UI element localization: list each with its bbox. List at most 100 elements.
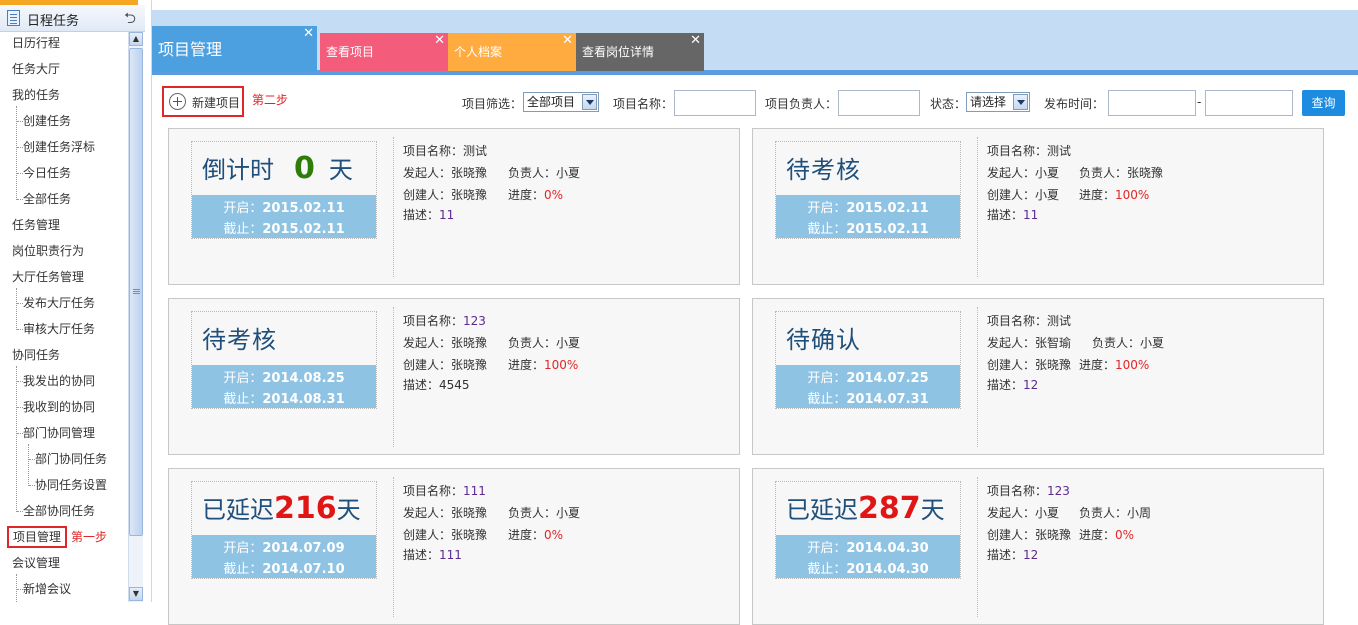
owner: 小夏 (556, 506, 581, 520)
sidebar-item-collab-sent[interactable]: 我发出的协同 (23, 370, 95, 392)
sidebar-item-dept-collab-tasks[interactable]: 部门协同任务 (35, 448, 107, 470)
creator: 张晓豫 (1035, 358, 1072, 372)
publish-time-start-input[interactable] (1108, 90, 1196, 116)
progress-label: 进度： (508, 528, 545, 542)
sidebar-item-job-duties[interactable]: 岗位职责行为 (12, 240, 84, 262)
project-name: 123 (463, 314, 486, 328)
sidebar-item-task-management[interactable]: 任务管理 (12, 214, 60, 236)
tab-view-project[interactable]: 查看项目 ✕ (320, 33, 448, 71)
scroll-down-icon[interactable]: ▼ (129, 587, 143, 601)
sidebar-item-dept-collab-mgmt[interactable]: 部门协同管理 (23, 422, 95, 444)
tab-project-management[interactable]: 项目管理 ✕ (152, 26, 317, 72)
publish-time-end-input[interactable] (1205, 90, 1293, 116)
start-date: 2014.07.25 (846, 371, 929, 386)
sidebar-item-create-task[interactable]: 创建任务 (23, 110, 71, 132)
initiator-label: 发起人： (987, 166, 1036, 180)
back-arrow-icon[interactable]: ⮌ (124, 8, 136, 33)
sidebar-item-my-tasks[interactable]: 我的任务 (12, 84, 60, 106)
project-filter-select[interactable]: 全部项目 (523, 92, 599, 112)
project-status-badge: 待确认 开启：2014.07.25 截止：2014.07.31 (775, 311, 961, 409)
sidebar-item-publish-hall-task[interactable]: 发布大厅任务 (23, 292, 95, 314)
name-label: 项目名称： (403, 314, 464, 328)
status-select[interactable]: 请选择 (966, 92, 1030, 112)
scroll-up-icon[interactable]: ▲ (129, 32, 143, 46)
sidebar-item-new-meeting[interactable]: 新增会议 (23, 578, 71, 600)
status-text: 待确认 (786, 326, 861, 354)
project-card[interactable]: 待确认 开启：2014.07.25 截止：2014.07.31 项目名称：测试 … (752, 298, 1324, 455)
sidebar-item-all-collab-tasks[interactable]: 全部协同任务 (23, 500, 95, 522)
end-date: 2015.02.11 (262, 222, 345, 237)
query-button[interactable]: 查询 (1302, 90, 1345, 116)
project-name-input[interactable] (674, 90, 756, 116)
initiator-label: 发起人： (403, 506, 452, 520)
initiator: 小夏 (1035, 506, 1060, 520)
tab-personal-profile[interactable]: 个人档案 ✕ (448, 33, 576, 71)
scrollbar-thumb[interactable] (129, 48, 143, 536)
start-date: 2015.02.11 (846, 201, 929, 216)
close-icon[interactable]: ✕ (690, 33, 701, 48)
end-label: 截止： (807, 222, 847, 237)
close-icon[interactable]: ✕ (303, 26, 314, 41)
end-label: 截止： (223, 392, 263, 407)
project-name: 111 (463, 484, 486, 498)
sidebar-title: 日程任务 (27, 14, 80, 29)
creator-label: 创建人： (403, 358, 452, 372)
end-date: 2015.02.11 (846, 222, 929, 237)
status-text: 倒计时 (202, 156, 274, 184)
tab-label: 项目管理 (158, 40, 223, 59)
project-card[interactable]: 待考核 开启：2015.02.11 截止：2015.02.11 项目名称：测试 … (752, 128, 1324, 285)
progress-label: 进度： (1079, 188, 1116, 202)
project-card[interactable]: 已延迟216天 开启：2014.07.09 截止：2014.07.10 项目名称… (168, 468, 740, 625)
close-icon[interactable]: ✕ (562, 33, 573, 48)
start-label: 开启： (807, 371, 847, 386)
sidebar-item-review-hall-task[interactable]: 审核大厅任务 (23, 318, 95, 340)
progress-label: 进度： (508, 358, 545, 372)
sidebar-item-collab-settings[interactable]: 协同任务设置 (35, 474, 107, 496)
project-status-badge: 待考核 开启：2014.08.25 截止：2014.08.31 (191, 311, 377, 409)
description: 4545 (439, 378, 470, 392)
close-icon[interactable]: ✕ (434, 33, 445, 48)
project-name: 123 (1047, 484, 1070, 498)
new-project-button[interactable]: 新建项目 (162, 86, 244, 117)
start-date: 2014.04.30 (846, 541, 929, 556)
progress-value: 100% (544, 358, 579, 372)
sidebar-item-create-task-float[interactable]: 创建任务浮标 (23, 136, 95, 158)
start-label: 开启： (223, 371, 263, 386)
progress-label: 进度： (1079, 358, 1116, 372)
creator-label: 创建人： (987, 528, 1036, 542)
progress-value: 0% (544, 528, 564, 542)
project-card[interactable]: 待考核 开启：2014.08.25 截止：2014.08.31 项目名称：123… (168, 298, 740, 455)
sidebar-item-collab-tasks[interactable]: 协同任务 (12, 344, 60, 366)
sidebar-item-collab-received[interactable]: 我收到的协同 (23, 396, 95, 418)
desc-label: 描述： (987, 208, 1024, 222)
name-label: 项目名称： (987, 484, 1048, 498)
project-owner-input[interactable] (838, 90, 920, 116)
owner: 小周 (1127, 506, 1152, 520)
tab-job-details[interactable]: 查看岗位详情 ✕ (576, 33, 704, 71)
sidebar-scrollbar[interactable]: ▲ ▼ (128, 32, 143, 602)
sidebar-item-project-management[interactable]: 项目管理 (7, 526, 68, 548)
project-status-badge: 已延迟287天 开启：2014.04.30 截止：2014.04.30 (775, 481, 961, 579)
day-unit: 天 (328, 156, 353, 184)
desc-label: 描述： (403, 548, 440, 562)
sidebar-item-hall-task-mgmt[interactable]: 大厅任务管理 (12, 266, 84, 288)
initiator: 张智瑜 (1035, 336, 1072, 350)
new-project-label: 新建项目 (192, 96, 241, 110)
sidebar-item-today-tasks[interactable]: 今日任务 (23, 162, 71, 184)
initiator-label: 发起人： (403, 166, 452, 180)
delay-heading: 已延迟216天 (202, 490, 361, 526)
start-label: 开启： (223, 201, 263, 216)
project-card[interactable]: 已延迟287天 开启：2014.04.30 截止：2014.04.30 项目名称… (752, 468, 1324, 625)
desc-label: 描述： (987, 378, 1024, 392)
sidebar-item-calendar[interactable]: 日历行程 (12, 32, 60, 54)
sidebar-item-meeting-mgmt[interactable]: 会议管理 (12, 552, 60, 574)
progress-label: 进度： (508, 188, 545, 202)
project-card[interactable]: 倒计时 0 天 开启：2015.02.11 截止：2015.02.11 项目名称：测… (168, 128, 740, 285)
document-icon (7, 10, 20, 26)
initiator-label: 发起人： (987, 506, 1036, 520)
delay-heading: 已延迟287天 (786, 490, 945, 526)
sidebar: 日程任务 ⮌ 日历行程 任务大厅 我的任务 创建任务 创建任务浮标 今日任务 全… (0, 0, 152, 602)
sidebar-item-all-tasks[interactable]: 全部任务 (23, 188, 71, 210)
sidebar-item-task-hall[interactable]: 任务大厅 (12, 58, 60, 80)
tab-label: 查看岗位详情 (582, 45, 655, 59)
